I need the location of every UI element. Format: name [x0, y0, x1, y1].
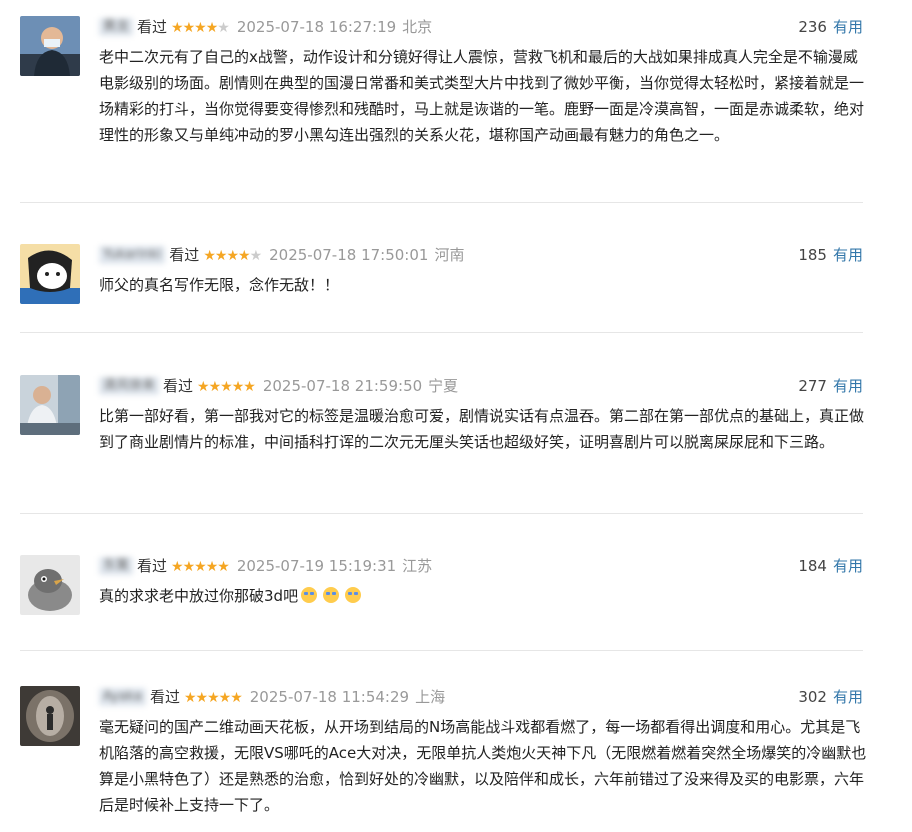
review-text: 真的求求老中放过你那破3d吧 — [99, 583, 869, 609]
review-date: 2025-07-18 17:50:01 — [269, 246, 429, 264]
rating-stars: ★★★★★ — [203, 245, 263, 267]
star-filled-icon: ★ — [226, 248, 239, 264]
watch-status: 看过 — [149, 688, 180, 706]
star-filled-icon: ★ — [207, 690, 220, 706]
divider — [20, 650, 863, 651]
divider — [20, 513, 863, 514]
username-link[interactable]: Ayaka — [99, 688, 146, 706]
star-filled-icon: ★ — [182, 20, 196, 36]
useful-count: 236 — [798, 18, 827, 36]
star-filled-icon: ★ — [243, 379, 256, 395]
star-filled-icon: ★ — [182, 559, 196, 575]
star-filled-icon: ★ — [220, 379, 233, 395]
useful-button[interactable]: 有用 — [833, 557, 863, 575]
review-date: 2025-07-18 11:54:29 — [249, 688, 410, 706]
useful-button[interactable]: 有用 — [833, 18, 863, 36]
rating-stars: ★★★★★ — [171, 17, 230, 39]
star-filled-icon: ★ — [205, 20, 219, 36]
username-link[interactable]: Yukarinki — [99, 246, 166, 264]
user-photo-icon — [20, 16, 80, 76]
crying-emoji-icon — [323, 587, 340, 603]
star-filled-icon: ★ — [203, 248, 216, 264]
avatar[interactable] — [20, 375, 80, 435]
star-filled-icon: ★ — [208, 379, 222, 395]
avatar[interactable] — [20, 244, 80, 304]
divider — [20, 202, 863, 203]
watch-status: 看过 — [169, 246, 200, 264]
rating-stars: ★★★★★ — [197, 376, 256, 398]
avatar[interactable] — [20, 555, 80, 615]
user-photo-icon — [20, 686, 80, 746]
useful-vote: 277 有用 — [798, 375, 863, 397]
avatar[interactable] — [20, 686, 80, 746]
rating-stars: ★★★★★ — [171, 556, 230, 578]
useful-button[interactable]: 有用 — [833, 688, 863, 706]
review-text-body: 真的求求老中放过你那破3d吧 — [99, 587, 299, 605]
user-photo-icon — [20, 375, 80, 435]
star-filled-icon: ★ — [218, 690, 232, 706]
star-empty-icon: ★ — [217, 20, 230, 36]
review-location: 宁夏 — [428, 377, 459, 395]
review-text: 比第一部好看，第一部我对它的标签是温暖治愈可爱，剧情说实话有点温吞。第二部在第一… — [99, 407, 865, 451]
star-filled-icon: ★ — [231, 379, 245, 395]
review-text: 老中二次元有了自己的x战警，动作设计和分镜好得让人震惊，营救飞机和最后的大战如果… — [99, 48, 865, 144]
review-text: 师父的真名写作无限，念作无敌！！ — [99, 276, 340, 294]
useful-button[interactable]: 有用 — [833, 246, 863, 264]
crying-emoji-icon — [345, 587, 362, 603]
useful-count: 277 — [798, 377, 827, 395]
username-link[interactable]: 黄龙 — [99, 18, 134, 36]
review-date: 2025-07-19 15:19:31 — [236, 557, 397, 575]
rating-stars: ★★★★★ — [183, 687, 243, 709]
review-item: Yukarinki 看过 ★★★★★ 2025-07-18 17:50:01 河南 18… — [20, 244, 863, 334]
useful-vote: 236 有用 — [798, 16, 863, 38]
avatar[interactable] — [20, 16, 80, 76]
review-item: 黄龙 看过 ★★★★★ 2025-07-18 16:27:19 北京 236 有用 老中二… — [20, 16, 864, 206]
review-location: 江苏 — [402, 557, 433, 575]
useful-vote: 184 有用 — [798, 555, 863, 577]
review-meta: 东篱 看过 ★★★★★ 2025-07-19 15:19:31 江苏 184 有用 — [99, 555, 863, 577]
review-meta: Ayaka 看过 ★★★★★ 2025-07-18 11:54:29 上海 302 有用 — [99, 686, 863, 708]
review-location: 上海 — [415, 688, 446, 706]
star-filled-icon: ★ — [197, 379, 210, 395]
cartoon-avatar-icon — [20, 244, 80, 304]
star-empty-icon: ★ — [249, 248, 263, 264]
star-filled-icon: ★ — [183, 690, 197, 706]
useful-count: 185 — [798, 246, 827, 264]
star-filled-icon: ★ — [214, 248, 228, 264]
review-meta: 黄龙 看过 ★★★★★ 2025-07-18 16:27:19 北京 236 有用 — [99, 16, 863, 38]
review-location: 河南 — [434, 246, 465, 264]
star-filled-icon: ★ — [171, 559, 184, 575]
review-date: 2025-07-18 16:27:19 — [236, 18, 397, 36]
useful-count: 302 — [798, 688, 827, 706]
star-filled-icon: ★ — [205, 559, 219, 575]
bird-avatar-icon — [20, 555, 80, 615]
star-filled-icon: ★ — [217, 559, 230, 575]
review-date: 2025-07-18 21:59:50 — [262, 377, 423, 395]
review-meta: 清风徐来 看过 ★★★★★ 2025-07-18 21:59:50 宁夏 277 有用 — [99, 375, 863, 397]
star-filled-icon: ★ — [195, 690, 209, 706]
divider — [20, 332, 863, 333]
star-filled-icon: ★ — [194, 20, 207, 36]
username-link[interactable]: 东篱 — [99, 557, 134, 575]
review-meta: Yukarinki 看过 ★★★★★ 2025-07-18 17:50:01 河南 18… — [99, 244, 863, 266]
watch-status: 看过 — [137, 557, 168, 575]
star-filled-icon: ★ — [238, 248, 251, 264]
star-filled-icon: ★ — [194, 559, 207, 575]
crying-emoji-icon — [301, 587, 318, 603]
username-link[interactable]: 清风徐来 — [99, 377, 160, 395]
review-item: Ayaka 看过 ★★★★★ 2025-07-18 11:54:29 上海 302 有用 … — [20, 686, 866, 826]
review-item: 清风徐来 看过 ★★★★★ 2025-07-18 21:59:50 宁夏 277 有用 比… — [20, 375, 864, 515]
review-item: 东篱 看过 ★★★★★ 2025-07-19 15:19:31 江苏 184 有用 真的求… — [20, 555, 863, 651]
watch-status: 看过 — [137, 18, 168, 36]
useful-vote: 302 有用 — [798, 686, 863, 708]
review-text: 毫无疑问的国产二维动画天花板，从开场到结局的N场高能战斗戏都看燃了，每一场都看得… — [99, 718, 867, 814]
watch-status: 看过 — [163, 377, 194, 395]
review-location: 北京 — [402, 18, 433, 36]
comment-list: 黄龙 看过 ★★★★★ 2025-07-18 16:27:19 北京 236 有用 老中二… — [0, 0, 912, 832]
useful-button[interactable]: 有用 — [833, 377, 863, 395]
useful-vote: 185 有用 — [798, 244, 863, 266]
star-filled-icon: ★ — [171, 20, 184, 36]
useful-count: 184 — [798, 557, 827, 575]
star-filled-icon: ★ — [230, 690, 243, 706]
